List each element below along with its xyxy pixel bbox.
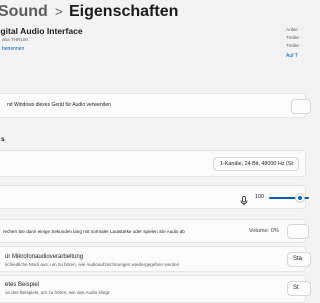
audio-processing-subtitle: schiedliche Modi aus, um zu hören, wie A…: [5, 262, 180, 267]
volume-card: 100: [0, 185, 309, 209]
example-title: etes Beispiel: [5, 282, 40, 288]
test-card: rechen Sie dann einige Sekunden lang mit…: [0, 219, 309, 243]
device-maker: aha THR10II: [2, 37, 28, 42]
format-card: 1-Kanäle, 24 Bit, 48000 Hz (St: [0, 150, 306, 177]
volume-value: 100: [255, 194, 264, 200]
allow-audio-text: nd Windows dieses Gerät für Audio verwen…: [7, 102, 111, 108]
device-meta-label-2: Treibe: [286, 35, 299, 40]
format-select[interactable]: 1-Kanäle, 24 Bit, 48000 Hz (St: [213, 157, 299, 171]
driver-update-link[interactable]: Auf T: [286, 54, 298, 59]
device-meta-label-1: Anbie: [286, 27, 298, 32]
breadcrumb-parent[interactable]: Sound: [0, 4, 48, 20]
test-instruction-text: rechen Sie dann einige Sekunden lang mit…: [3, 229, 185, 234]
allow-toggle-button[interactable]: [291, 99, 311, 114]
example-subtitle: us des Beispiels, um zu hören, wie das A…: [5, 290, 110, 295]
page-title: Eigenschaften: [69, 3, 179, 20]
microphone-icon: [240, 193, 248, 206]
section-label: s: [1, 136, 5, 143]
example-card: etes Beispiel us des Beispiels, um zu hö…: [0, 275, 311, 303]
device-meta-label-3: Treibe: [286, 43, 299, 48]
example-start-button[interactable]: St: [287, 281, 311, 296]
volume-slider-thumb[interactable]: [295, 193, 305, 203]
start-test-button[interactable]: [287, 224, 309, 239]
device-name: igital Audio Interface: [0, 26, 83, 36]
allow-audio-card: nd Windows dieses Gerät für Audio verwen…: [0, 93, 311, 118]
audio-processing-card: ür Mikrofonaudioverarbeitung schiedliche…: [0, 246, 311, 272]
audio-processing-start-button[interactable]: Sta: [287, 252, 311, 267]
breadcrumb-separator: >: [55, 4, 63, 19]
test-volume-label: Volume: 0%: [249, 228, 279, 234]
audio-processing-title: ür Mikrofonaudioverarbeitung: [5, 254, 84, 260]
rename-link[interactable]: benennen: [2, 47, 24, 52]
